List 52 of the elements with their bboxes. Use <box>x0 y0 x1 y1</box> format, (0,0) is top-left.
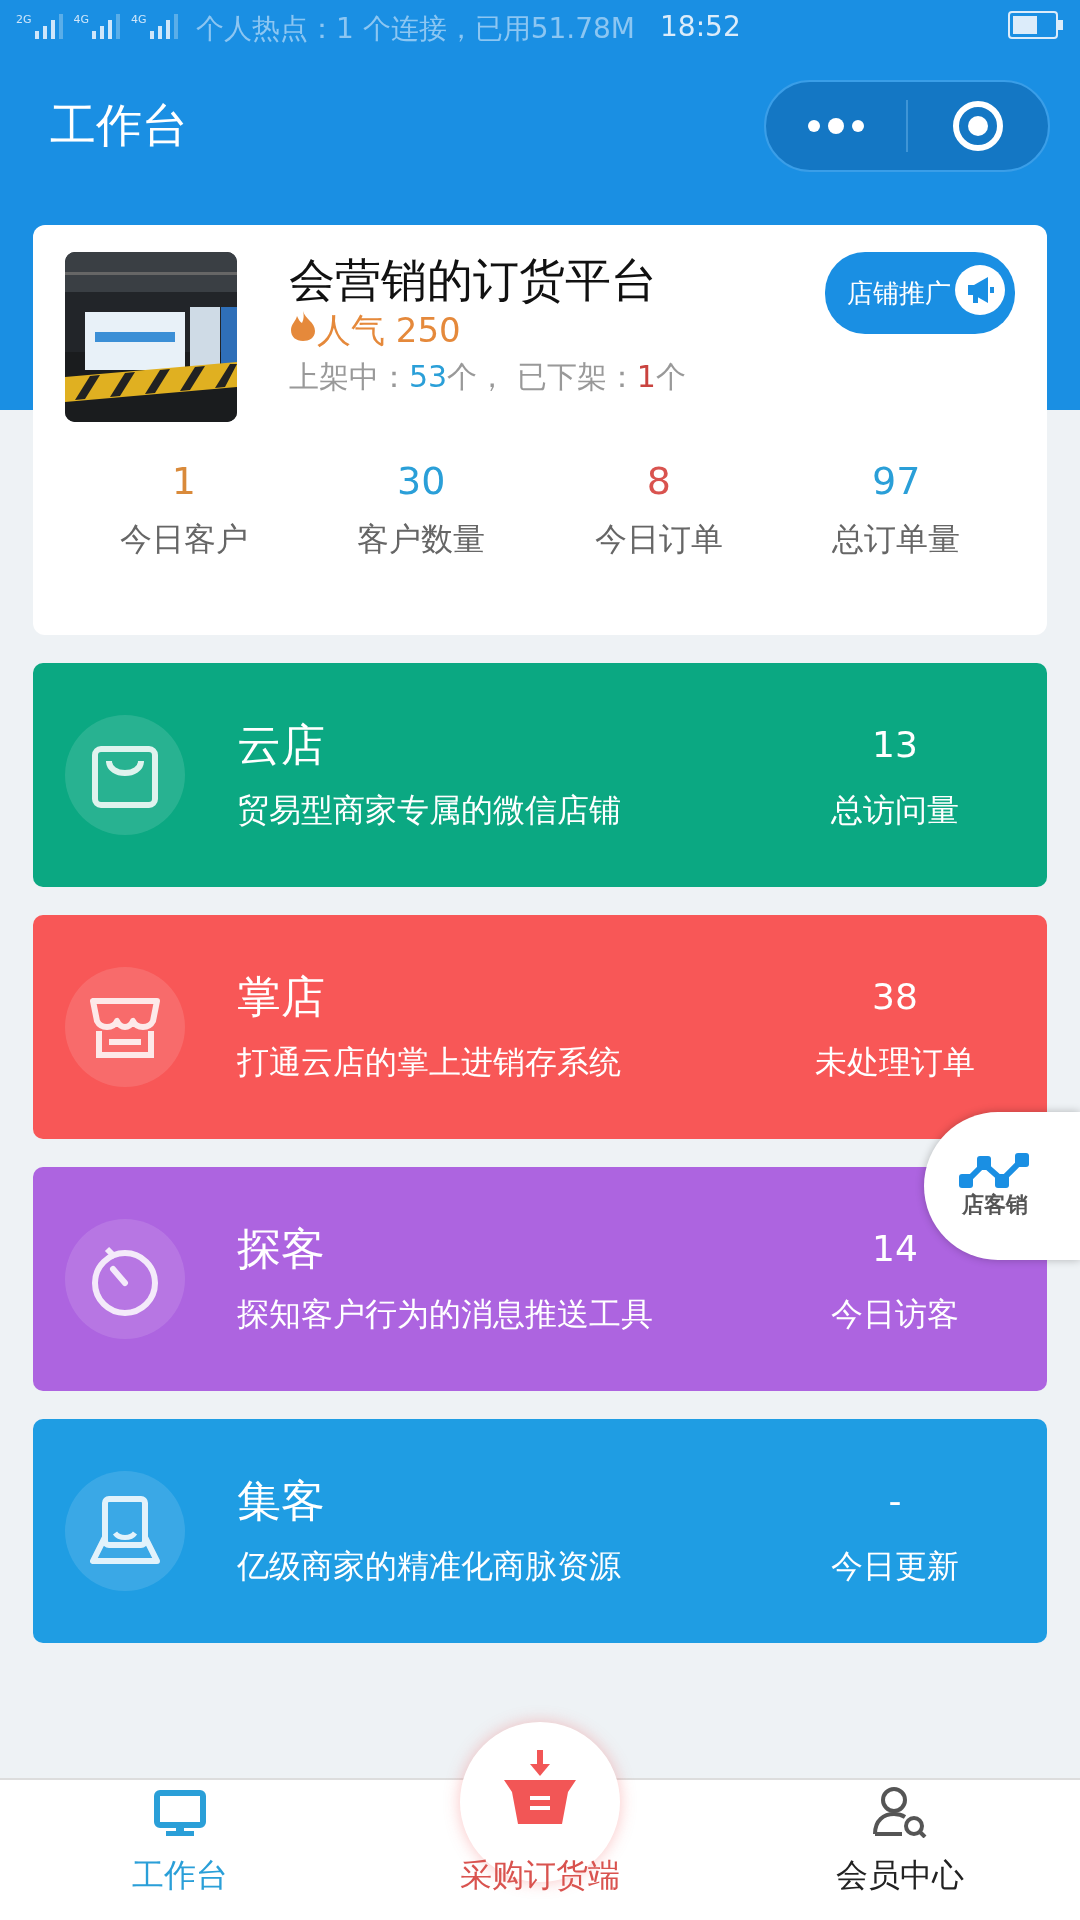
feature-title: 探客 <box>237 1222 326 1276</box>
popularity-count: 人气 250 <box>317 309 461 352</box>
store-name: 会营销的订货平台 <box>289 252 658 308</box>
close-icon[interactable] <box>951 99 1005 153</box>
stat-value: 1 <box>170 458 197 505</box>
signal-icon <box>148 12 179 39</box>
user-search-icon <box>872 1786 928 1838</box>
flame-icon <box>289 310 317 342</box>
feature-title: 掌店 <box>237 970 326 1024</box>
feature-count: 38 <box>871 975 919 1019</box>
monitor-icon <box>154 1790 206 1838</box>
feature-card[interactable]: 掌店 打通云店的掌上进销存系统 38 未处理订单 <box>33 915 1047 1139</box>
clock-time: 18:52 <box>660 10 741 43</box>
feature-title: 集客 <box>237 1474 326 1528</box>
stat-label: 客户数量 <box>356 519 487 560</box>
feature-description: 打通云店的掌上进销存系统 <box>237 1042 622 1083</box>
promote-button[interactable]: 店铺推广 <box>825 252 1015 334</box>
feature-title: 云店 <box>237 718 326 772</box>
feature-description: 探知客户行为的消息推送工具 <box>237 1294 654 1335</box>
signal-icon <box>91 12 122 39</box>
feature-count-label: 今日访客 <box>830 1294 960 1335</box>
network-label: 4G <box>131 12 147 26</box>
more-icon[interactable] <box>806 118 866 134</box>
tab[interactable]: 会员中心 <box>720 1780 1080 1920</box>
megaphone-icon <box>955 265 1005 315</box>
tab[interactable]: 采购订货端 <box>360 1722 720 1920</box>
stat-value: 8 <box>645 458 672 505</box>
network-label: 4G <box>73 12 90 26</box>
stat-label: 总订单量 <box>831 519 962 560</box>
floating-button[interactable]: 店客销 <box>924 1112 1080 1260</box>
feature-count: 13 <box>871 723 919 767</box>
tab[interactable]: 工作台 <box>0 1780 360 1920</box>
stat-value: 97 <box>871 458 922 505</box>
network-label: 2G <box>16 12 32 26</box>
logo-icon <box>958 1152 1032 1190</box>
feature-description: 亿级商家的精准化商脉资源 <box>237 1546 622 1587</box>
feature-count: 14 <box>871 1227 919 1271</box>
feature-count-label: 今日更新 <box>830 1546 960 1587</box>
feature-count-label: 未处理订单 <box>814 1042 976 1083</box>
battery-icon <box>1008 11 1064 39</box>
feature-description: 贸易型商家专属的微信店铺 <box>237 790 622 831</box>
page-title: 工作台 <box>50 97 188 154</box>
hotspot-status: 个人热点：1 个连接，已用51.78M <box>196 11 636 47</box>
feature-count-label: 总访问量 <box>830 790 960 831</box>
feature-card[interactable]: 集客 亿级商家的精准化商脉资源 - 今日更新 <box>33 1419 1047 1643</box>
feature-card[interactable]: 云店 贸易型商家专属的微信店铺 13 总访问量 <box>33 663 1047 887</box>
shelf-summary: 上架中：53个， 已下架：1个 <box>289 358 687 396</box>
stat-label: 今日订单 <box>593 519 724 560</box>
stat-value: 30 <box>396 458 447 505</box>
stat-label: 今日客户 <box>118 519 249 560</box>
signal-icon <box>33 12 64 39</box>
feature-count: - <box>887 1479 903 1523</box>
